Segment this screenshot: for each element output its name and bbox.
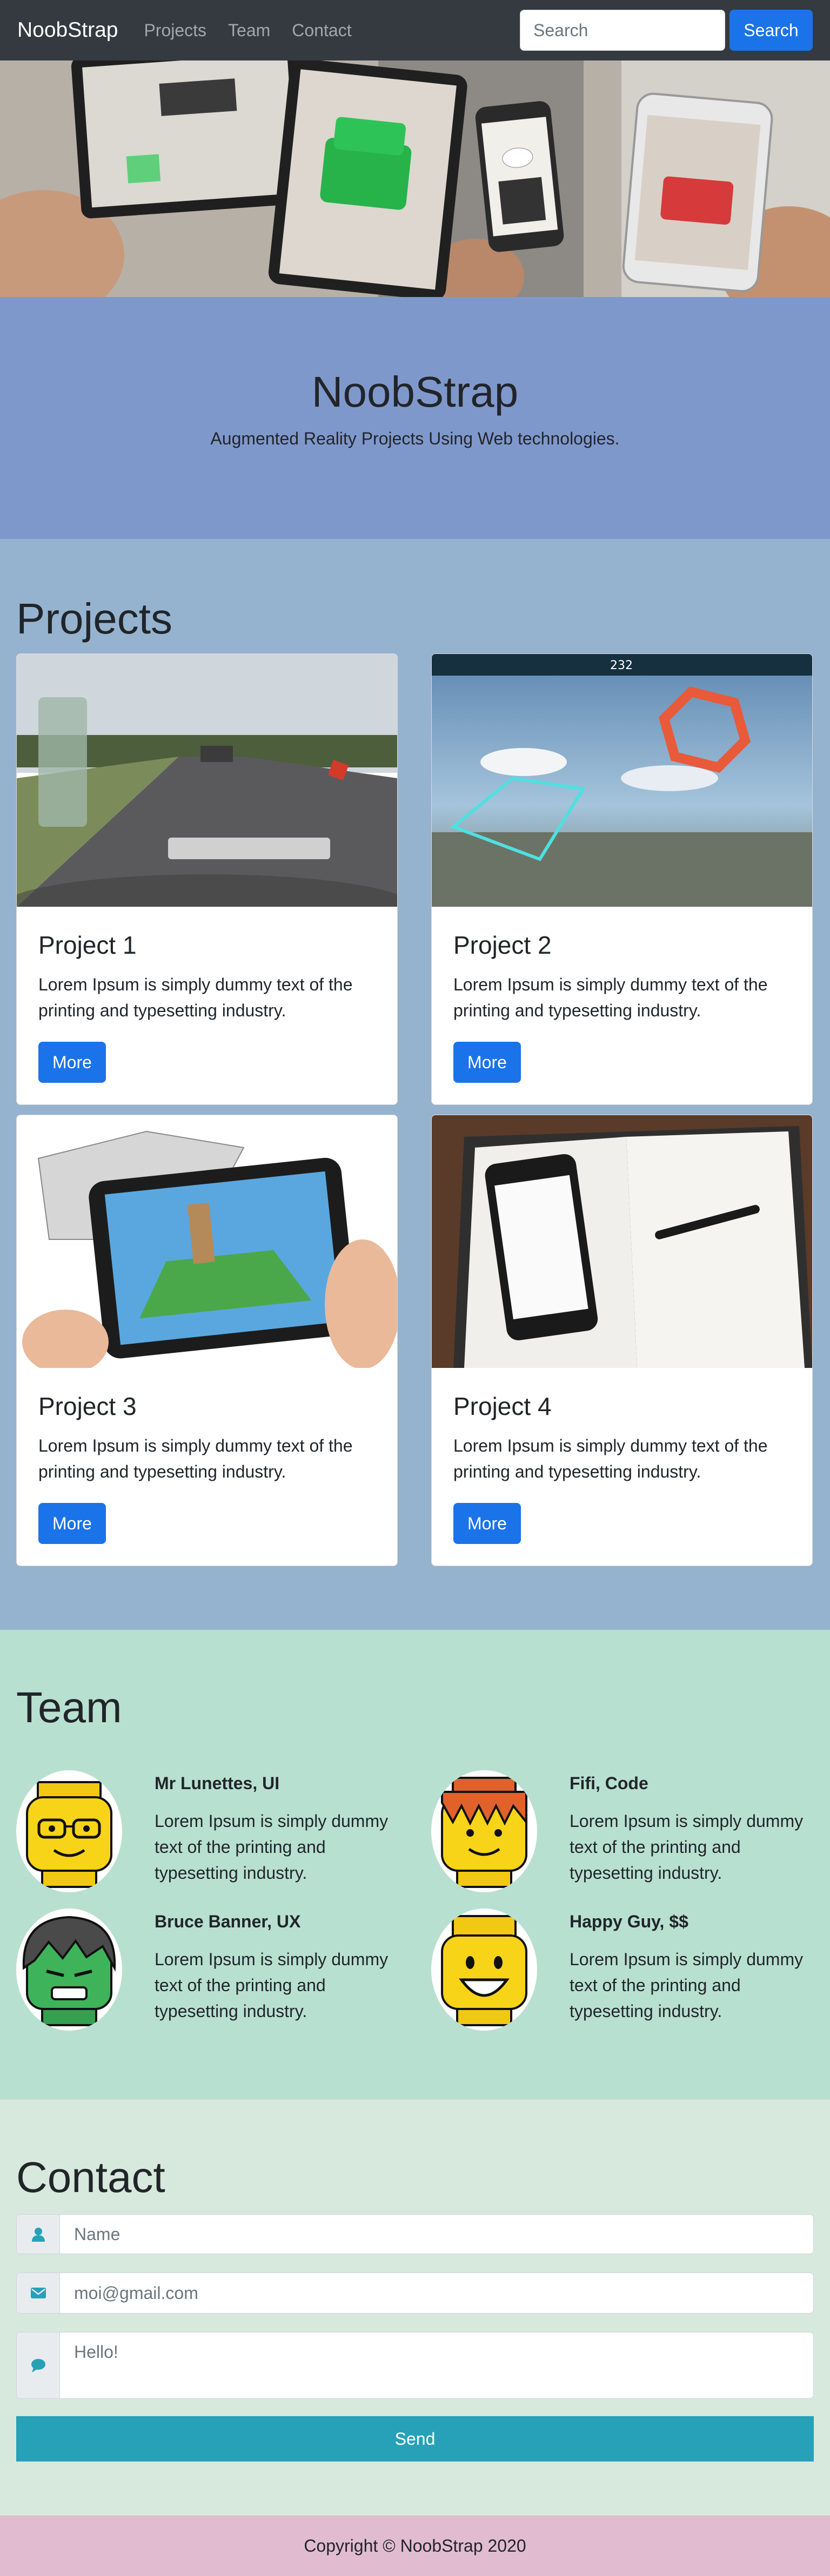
project-3-body: Project 3 Lorem Ipsum is simply dummy te… (17, 1368, 397, 1566)
project-1-body: Project 1 Lorem Ipsum is simply dummy te… (17, 907, 397, 1104)
send-button[interactable]: Send (16, 2416, 814, 2462)
project-4-text: Lorem Ipsum is simply dummy text of the … (453, 1436, 768, 1481)
brand-link[interactable]: NoobStrap (17, 18, 118, 42)
member-2-bio: Lorem Ipsum is simply dummy text of the … (570, 1811, 804, 1883)
name-input-group (16, 2214, 814, 2254)
name-field[interactable] (60, 2215, 813, 2254)
email-input-group (16, 2272, 814, 2314)
search-button[interactable]: Search (729, 10, 813, 51)
hero-illustration (0, 60, 830, 297)
team-member-2: Fifi, Code Lorem Ipsum is simply dummy t… (431, 1770, 830, 1894)
project-card-1: Project 1 Lorem Ipsum is simply dummy te… (16, 653, 398, 1105)
jumbotron: NoobStrap Augmented Reality Projects Usi… (0, 297, 830, 539)
project-1-image (17, 654, 397, 907)
project-1-title: Project 1 (38, 931, 137, 959)
message-input-group (16, 2332, 814, 2399)
project-4-image (432, 1115, 812, 1368)
project-4-title: Project 4 (453, 1392, 552, 1420)
project-2-title: Project 2 (453, 931, 552, 959)
jumbotron-title: NoobStrap (311, 368, 519, 416)
message-field[interactable] (60, 2332, 813, 2398)
search-input[interactable] (520, 10, 725, 51)
project-3-image (17, 1115, 397, 1368)
member-3-bio: Lorem Ipsum is simply dummy text of the … (155, 1950, 389, 2021)
envelope-icon (17, 2273, 60, 2313)
member-4-bio: Lorem Ipsum is simply dummy text of the … (570, 1950, 804, 2021)
member-2-name: Fifi, Code (570, 1773, 648, 1793)
project-3-text: Lorem Ipsum is simply dummy text of the … (38, 1436, 353, 1481)
project-1-text: Lorem Ipsum is simply dummy text of the … (38, 975, 353, 1020)
project-3-title: Project 3 (38, 1392, 137, 1420)
navbar: NoobStrap Projects Team Contact Search (0, 0, 830, 60)
projects-title: Projects (16, 595, 172, 643)
member-4-name: Happy Guy, $$ (570, 1912, 688, 1931)
team-title: Team (16, 1683, 122, 1731)
member-1-name: Mr Lunettes, UI (155, 1773, 280, 1793)
member-1-bio: Lorem Ipsum is simply dummy text of the … (155, 1811, 389, 1883)
nav-search-form: Search (520, 10, 813, 51)
email-field[interactable] (60, 2273, 813, 2313)
project-2-text: Lorem Ipsum is simply dummy text of the … (453, 975, 768, 1020)
project-4-more-button[interactable]: More (453, 1503, 521, 1544)
project-2-body: Project 2 Lorem Ipsum is simply dummy te… (432, 907, 812, 1104)
project-card-4: Project 4 Lorem Ipsum is simply dummy te… (431, 1115, 813, 1566)
project-card-3: Project 3 Lorem Ipsum is simply dummy te… (16, 1115, 398, 1566)
svg-text:232: 232 (610, 659, 633, 672)
team-member-3: Bruce Banner, UX Lorem Ipsum is simply d… (16, 1909, 416, 2033)
nav-link-projects[interactable]: Projects (144, 21, 206, 41)
projects-section: Projects Project 1 Lorem Ipsum is simply… (0, 539, 830, 1630)
avatar-fifi (431, 1770, 537, 1892)
hero-image (0, 60, 830, 297)
project-1-more-button[interactable]: More (38, 1042, 106, 1083)
project-card-2: 232 Project 2 Lorem Ipsum is simply dumm… (431, 653, 813, 1105)
avatar-hulk (16, 1909, 122, 2031)
avatar-happy-guy (431, 1909, 537, 2031)
comment-icon (17, 2332, 60, 2398)
contact-section: Contact Send (0, 2100, 830, 2516)
copyright-text: Copyright © NoobStrap 2020 (304, 2535, 526, 2555)
project-2-image: 232 (432, 654, 812, 907)
project-4-body: Project 4 Lorem Ipsum is simply dummy te… (432, 1368, 812, 1566)
project-2-more-button[interactable]: More (453, 1042, 521, 1083)
contact-title: Contact (16, 2153, 165, 2201)
team-section: Team Mr Lunettes, UI Lorem Ipsum is simp… (0, 1630, 830, 2100)
jumbotron-subtitle: Augmented Reality Projects Using Web tec… (210, 429, 620, 448)
nav-link-contact[interactable]: Contact (292, 21, 351, 41)
member-3-name: Bruce Banner, UX (155, 1912, 301, 1931)
nav-links: Projects Team Contact (144, 21, 351, 41)
avatar-lunettes (16, 1770, 122, 1892)
nav-link-team[interactable]: Team (228, 21, 270, 41)
team-member-4: Happy Guy, $$ Lorem Ipsum is simply dumm… (431, 1909, 830, 2033)
team-member-1: Mr Lunettes, UI Lorem Ipsum is simply du… (16, 1770, 416, 1894)
project-3-more-button[interactable]: More (38, 1503, 106, 1544)
user-icon (17, 2215, 60, 2254)
footer: Copyright © NoobStrap 2020 (0, 2516, 830, 2576)
